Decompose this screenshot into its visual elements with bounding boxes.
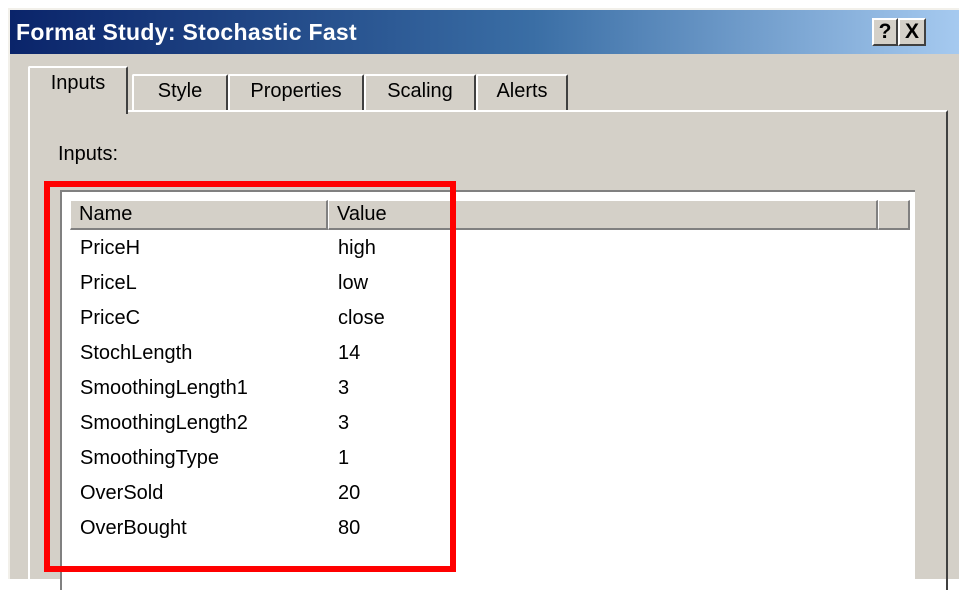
tab-style[interactable]: Style	[132, 74, 228, 110]
input-value: low	[338, 272, 369, 294]
input-name: SmoothingLength2	[80, 412, 248, 434]
input-name: PriceL	[80, 272, 137, 294]
input-name: SmoothingLength1	[80, 377, 248, 399]
input-value: 3	[338, 412, 350, 434]
list-item[interactable]: PriceL low	[70, 267, 910, 302]
list-item[interactable]: OverBought 80	[70, 512, 910, 547]
input-name: SmoothingType	[80, 447, 219, 469]
input-value: 20	[338, 482, 361, 504]
input-value: 14	[338, 342, 361, 364]
window-title: Format Study: Stochastic Fast	[16, 19, 357, 45]
list-item[interactable]: PriceC close	[70, 302, 910, 337]
input-value: 1	[338, 447, 350, 469]
close-button[interactable]: X	[898, 18, 926, 46]
column-header-name[interactable]: Name	[70, 200, 328, 230]
input-name: PriceH	[80, 237, 141, 259]
column-header-value[interactable]: Value	[328, 200, 878, 230]
list-item[interactable]: PriceH high	[70, 232, 910, 267]
input-value: 80	[338, 517, 361, 539]
list-item[interactable]: OverSold 20	[70, 477, 910, 512]
help-button[interactable]: ?	[872, 18, 898, 46]
input-value: high	[338, 237, 376, 259]
input-name: OverSold	[80, 482, 164, 504]
list-item[interactable]: SmoothingLength1 3	[70, 372, 910, 407]
list-header: Name Value	[70, 200, 910, 230]
input-value: 3	[338, 377, 350, 399]
input-name: PriceC	[80, 307, 141, 329]
list-item[interactable]: StochLength 14	[70, 337, 910, 372]
list-item[interactable]: SmoothingType 1	[70, 442, 910, 477]
list-item[interactable]: SmoothingLength2 3	[70, 407, 910, 442]
column-header-filler	[878, 200, 910, 230]
inputs-list[interactable]: Name Value PriceH high PriceL low PriceC…	[60, 190, 915, 590]
input-name: OverBought	[80, 517, 187, 539]
inputs-section-label: Inputs:	[58, 143, 119, 165]
tab-alerts[interactable]: Alerts	[476, 74, 568, 110]
tab-scaling[interactable]: Scaling	[364, 74, 476, 110]
tab-inputs[interactable]: Inputs	[28, 66, 128, 114]
input-value: close	[338, 307, 385, 329]
input-name: StochLength	[80, 342, 193, 364]
title-bar[interactable]: Format Study: Stochastic Fast ? X	[10, 10, 959, 54]
tab-properties[interactable]: Properties	[228, 74, 364, 110]
